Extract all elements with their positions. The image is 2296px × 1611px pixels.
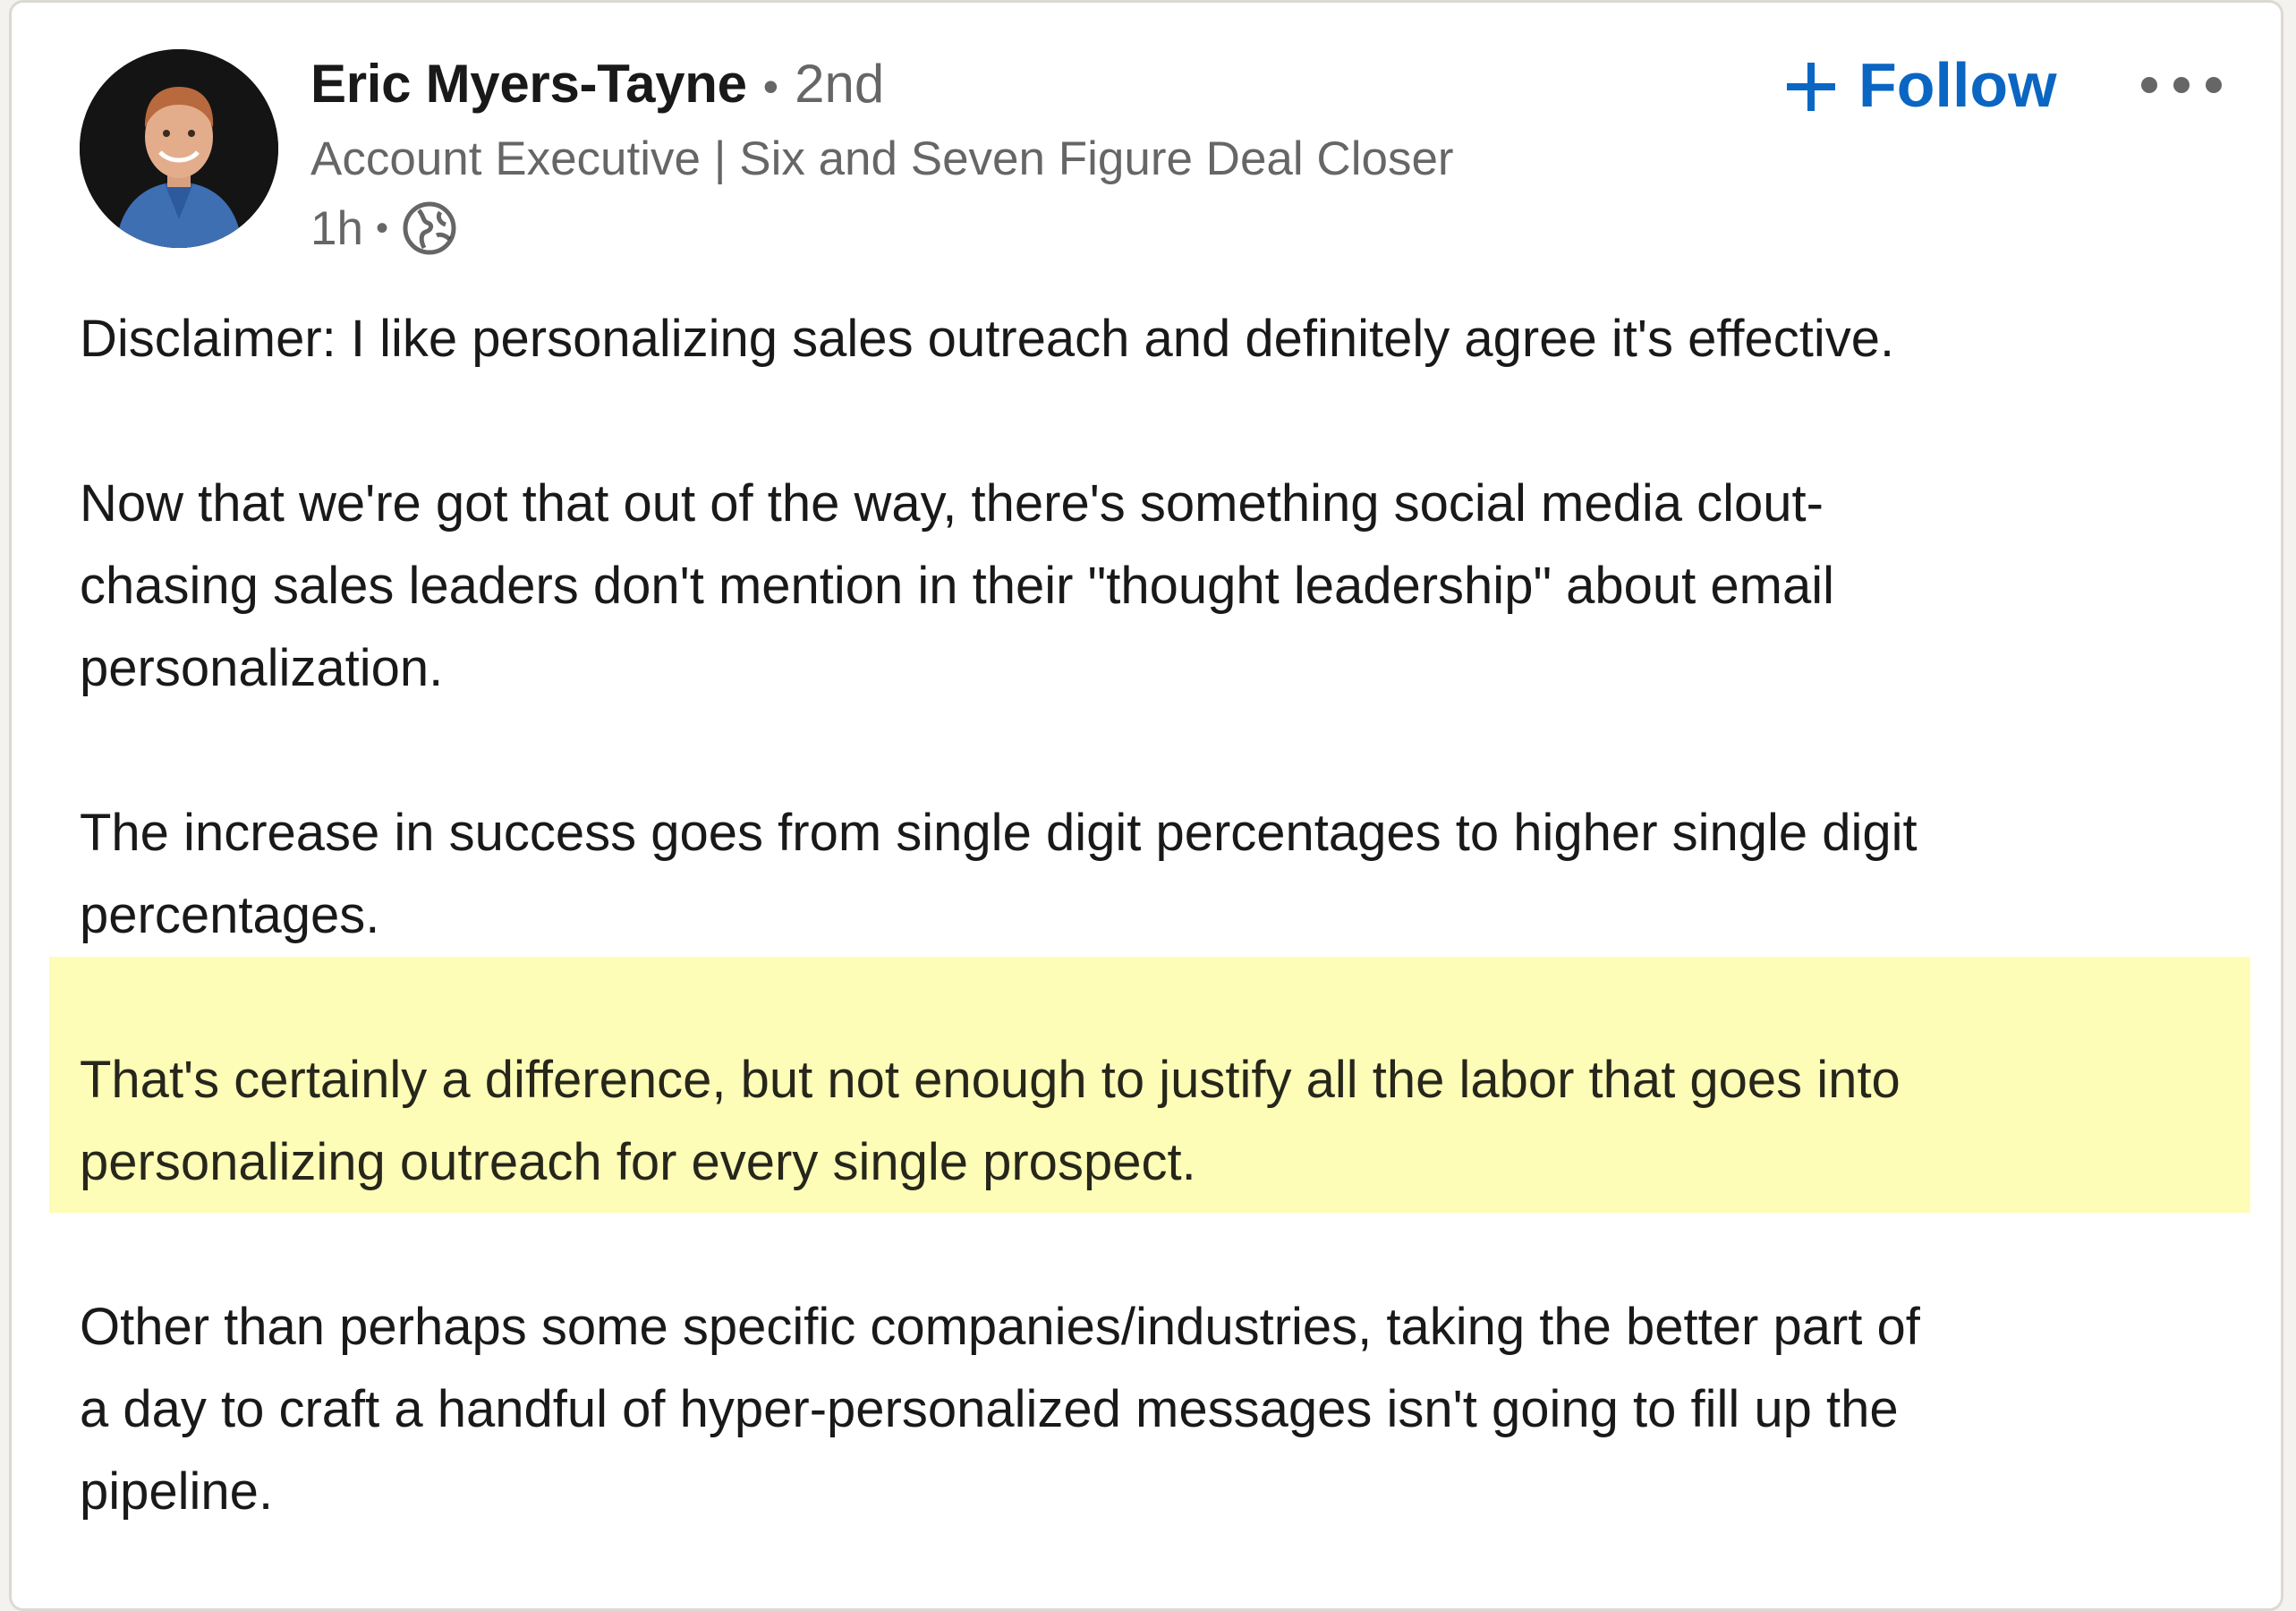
globe-icon [401, 200, 458, 257]
post-line: pipeline. [80, 1462, 274, 1521]
post-line: Now that we're got that out of the way, … [80, 474, 1824, 533]
post-line: That's certainly a difference, but not e… [80, 1051, 1901, 1109]
post-line: The increase in success goes from single… [80, 804, 1918, 862]
post-line: Disclaimer: I like personalizing sales o… [80, 310, 1895, 368]
post-line: personalization. [80, 639, 444, 697]
post-card: Eric Myers-Tayne • 2nd Account Executive… [9, 0, 2283, 1611]
plus-icon [1783, 57, 1839, 113]
post-line: a day to craft a handful of hyper-person… [80, 1380, 1899, 1438]
highlighted-passage: That's certainly a difference, but not e… [49, 957, 2250, 1213]
post-time: 1h [310, 201, 363, 255]
author-headline: Account Executive | Six and Seven Figure… [310, 132, 1454, 185]
post-paragraph: That's certainly a difference, but not e… [49, 1039, 2250, 1204]
post-paragraph: Disclaimer: I like personalizing sales o… [12, 298, 2281, 380]
more-options-button[interactable] [2132, 56, 2231, 114]
post-paragraph: Other than perhaps some specific compani… [12, 1286, 2281, 1533]
connection-degree: 2nd [795, 54, 885, 114]
profile-photo [80, 49, 278, 248]
author-info: Eric Myers-Tayne • 2nd Account Executive… [310, 53, 1454, 264]
ellipsis-icon [2141, 77, 2222, 93]
separator-dot: • [762, 62, 779, 112]
post-paragraph: Now that we're got that out of the way, … [12, 463, 2281, 710]
follow-button[interactable]: Follow [1783, 40, 2057, 130]
post-line: personalizing outreach for every single … [80, 1133, 1196, 1191]
author-name[interactable]: Eric Myers-Tayne [310, 53, 747, 115]
post-body: Disclaimer: I like personalizing sales o… [12, 298, 2281, 1533]
author-name-line: Eric Myers-Tayne • 2nd [310, 53, 1454, 124]
follow-label: Follow [1858, 50, 2057, 120]
post-line: percentages. [80, 886, 380, 944]
post-paragraph: The increase in success goes from single… [12, 792, 2281, 957]
post-meta: 1h • [310, 192, 1454, 264]
author-avatar[interactable] [80, 49, 278, 248]
post-line: chasing sales leaders don't mention in t… [80, 557, 1835, 615]
separator-dot: • [375, 208, 388, 248]
post-line: Other than perhaps some specific compani… [80, 1298, 1920, 1356]
